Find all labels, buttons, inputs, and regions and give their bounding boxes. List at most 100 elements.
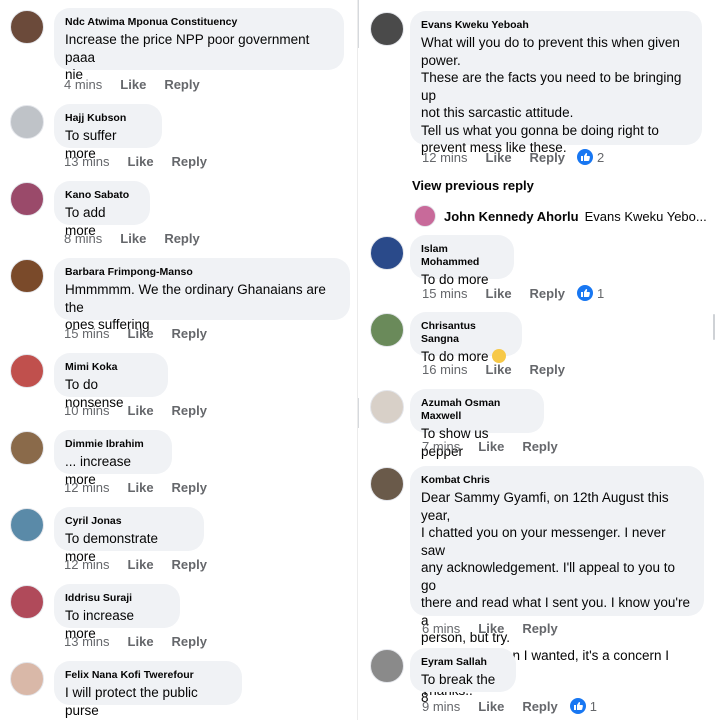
avatar[interactable] bbox=[10, 431, 44, 465]
comment-author[interactable]: Mimi Koka bbox=[65, 361, 156, 374]
reply-button[interactable]: Reply bbox=[522, 439, 557, 454]
reply-button[interactable]: Reply bbox=[172, 403, 207, 418]
comment-bubble: Mimi Koka To do nonsense bbox=[54, 353, 168, 410]
reply-preview[interactable]: John Kennedy Ahorlu Evans Kweku Yebo... bbox=[414, 205, 707, 227]
comment-author[interactable]: Felix Nana Kofi Twerefour bbox=[65, 669, 230, 682]
comment-author[interactable]: Azumah Osman Maxwell bbox=[421, 397, 532, 423]
avatar[interactable] bbox=[10, 662, 44, 696]
reply-button[interactable]: Reply bbox=[530, 286, 565, 301]
reply-button[interactable]: Reply bbox=[172, 480, 207, 495]
avatar[interactable] bbox=[10, 585, 44, 619]
comment-author[interactable]: Eyram Sallah bbox=[421, 656, 504, 669]
comment-author[interactable]: Barbara Frimpong-Manso bbox=[65, 266, 338, 279]
reply-button[interactable]: Reply bbox=[530, 362, 565, 377]
avatar[interactable] bbox=[370, 390, 404, 424]
comment-actions: 15 mins Like Reply 1 bbox=[422, 285, 604, 301]
like-button[interactable]: Like bbox=[120, 77, 146, 92]
reaction-count[interactable]: 1 bbox=[569, 698, 597, 714]
comment-time[interactable]: 12 mins bbox=[422, 150, 468, 165]
scrollbar[interactable] bbox=[713, 314, 715, 340]
avatar[interactable] bbox=[370, 649, 404, 683]
like-button[interactable]: Like bbox=[128, 326, 154, 341]
comment-time[interactable]: 13 mins bbox=[64, 634, 110, 649]
reply-button[interactable]: Reply bbox=[164, 77, 199, 92]
comment-time[interactable]: 15 mins bbox=[422, 286, 468, 301]
comment-time[interactable]: 7 mins bbox=[422, 439, 460, 454]
reply-button[interactable]: Reply bbox=[522, 699, 557, 714]
comment-text: I will protect the public purse bbox=[65, 685, 198, 718]
comment-bubble: Barbara Frimpong-Manso Hmmmmm. We the or… bbox=[54, 258, 350, 332]
left-comment-column: Ndc Atwima Mponua Constituency Increase … bbox=[0, 0, 356, 720]
like-button[interactable]: Like bbox=[486, 286, 512, 301]
comment-author[interactable]: Kombat Chris bbox=[421, 474, 692, 487]
reaction-count[interactable]: 1 bbox=[576, 285, 605, 301]
comment-time[interactable]: 8 mins bbox=[64, 231, 102, 246]
comment-author[interactable]: Ndc Atwima Mponua Constituency bbox=[65, 16, 332, 29]
comment-time[interactable]: 13 mins bbox=[64, 154, 110, 169]
like-button[interactable]: Like bbox=[128, 403, 154, 418]
reply-button[interactable]: Reply bbox=[164, 231, 199, 246]
like-button[interactable]: Like bbox=[478, 621, 504, 636]
comment-bubble: Ndc Atwima Mponua Constituency Increase … bbox=[54, 8, 344, 82]
avatar[interactable] bbox=[10, 508, 44, 542]
comment-time[interactable]: 9 mins bbox=[422, 699, 460, 714]
avatar bbox=[414, 205, 436, 227]
comment-actions: 9 mins Like Reply 1 bbox=[422, 698, 597, 714]
avatar[interactable] bbox=[370, 467, 404, 501]
comment-actions: 13 mins Like Reply bbox=[64, 154, 225, 169]
like-button[interactable]: Like bbox=[486, 362, 512, 377]
avatar[interactable] bbox=[10, 105, 44, 139]
comment-bubble: Kombat Chris Dear Sammy Gyamfi, on 12th … bbox=[410, 466, 704, 698]
like-button[interactable]: Like bbox=[478, 699, 504, 714]
comment-author[interactable]: Hajj Kubson bbox=[65, 112, 150, 125]
like-button[interactable]: Like bbox=[128, 154, 154, 169]
comment-author[interactable]: Cyril Jonas bbox=[65, 515, 192, 528]
like-button[interactable]: Like bbox=[486, 150, 512, 165]
like-button[interactable]: Like bbox=[478, 439, 504, 454]
avatar[interactable] bbox=[370, 12, 404, 46]
comment-time[interactable]: 6 mins bbox=[422, 621, 460, 636]
comment-author[interactable]: Islam Mohammed bbox=[421, 243, 502, 269]
comment-time[interactable]: 4 mins bbox=[64, 77, 102, 92]
avatar[interactable] bbox=[10, 182, 44, 216]
comment-time[interactable]: 12 mins bbox=[64, 557, 110, 572]
comment-time[interactable]: 12 mins bbox=[64, 480, 110, 495]
comment-author[interactable]: Dimmie Ibrahim bbox=[65, 438, 160, 451]
comment-actions: 16 mins Like Reply bbox=[422, 362, 583, 377]
avatar[interactable] bbox=[10, 259, 44, 293]
comment-author[interactable]: Chrisantus Sangna bbox=[421, 320, 510, 346]
comment-time[interactable]: 16 mins bbox=[422, 362, 468, 377]
avatar[interactable] bbox=[10, 10, 44, 44]
comment-author[interactable]: Kano Sabato bbox=[65, 189, 138, 202]
reply-button[interactable]: Reply bbox=[172, 326, 207, 341]
like-button[interactable]: Like bbox=[120, 231, 146, 246]
like-button[interactable]: Like bbox=[128, 480, 154, 495]
comment-time[interactable]: 10 mins bbox=[64, 403, 110, 418]
like-count: 1 bbox=[589, 698, 597, 714]
comment-author[interactable]: Evans Kweku Yeboah bbox=[421, 19, 690, 32]
reply-button[interactable]: Reply bbox=[172, 154, 207, 169]
comment-actions: 10 mins Like Reply bbox=[64, 403, 225, 418]
comment-author[interactable]: Iddrisu Suraji bbox=[65, 592, 168, 605]
comment-actions: 12 mins Like Reply bbox=[64, 480, 225, 495]
like-count: 2 bbox=[596, 149, 605, 165]
reply-button[interactable]: Reply bbox=[522, 621, 557, 636]
comment-bubble: Felix Nana Kofi Twerefour I will protect… bbox=[54, 661, 242, 718]
thumbs-up-icon bbox=[576, 149, 593, 165]
reply-preview-text: Evans Kweku Yebo... bbox=[584, 208, 707, 224]
comment-bubble: Dimmie Ibrahim ... increase more bbox=[54, 430, 172, 487]
comment-time[interactable]: 15 mins bbox=[64, 326, 110, 341]
laughing-emoji-icon bbox=[491, 349, 506, 363]
avatar[interactable] bbox=[370, 236, 404, 270]
avatar[interactable] bbox=[10, 354, 44, 388]
reply-button[interactable]: Reply bbox=[172, 557, 207, 572]
avatar[interactable] bbox=[370, 313, 404, 347]
like-count: 1 bbox=[596, 285, 605, 301]
reaction-count[interactable]: 2 bbox=[576, 149, 605, 165]
reply-button[interactable]: Reply bbox=[172, 634, 207, 649]
like-button[interactable]: Like bbox=[128, 634, 154, 649]
view-previous-reply-link[interactable]: View previous reply bbox=[412, 178, 534, 193]
like-button[interactable]: Like bbox=[128, 557, 154, 572]
reply-button[interactable]: Reply bbox=[530, 150, 565, 165]
comment-text: Increase the price NPP poor government p… bbox=[65, 32, 310, 82]
